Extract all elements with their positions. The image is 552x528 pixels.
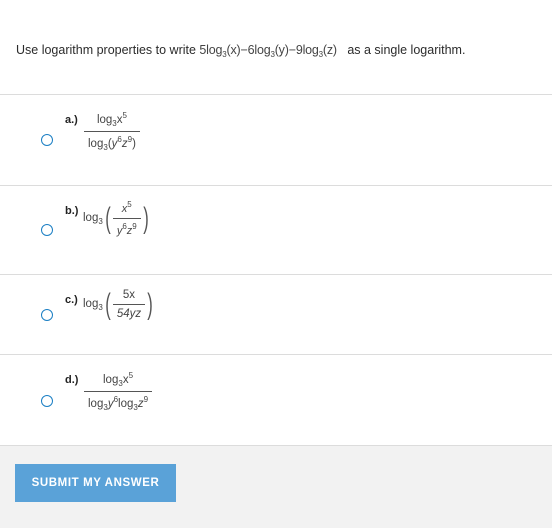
- question-suffix: as a single logarithm.: [347, 43, 466, 57]
- radio-option-b[interactable]: [41, 224, 53, 236]
- option-d[interactable]: d.) log3x5 log3y6log3z9: [0, 355, 552, 446]
- option-d-math: log3x5 log3y6log3z9: [84, 371, 153, 412]
- radio-option-d[interactable]: [41, 395, 53, 407]
- option-c-math: log3( 5x 54yz ): [83, 287, 153, 321]
- option-a[interactable]: a.) log3x5 log3(y6z9): [0, 95, 552, 186]
- option-a-label: a.): [65, 114, 78, 126]
- option-b[interactable]: b.) log3( x5 y6z9 ): [0, 186, 552, 275]
- option-c[interactable]: c.) log3( 5x 54yz ): [0, 275, 552, 355]
- question-panel: Use logarithm properties to write 5log3(…: [0, 0, 552, 95]
- option-a-math: log3x5 log3(y6z9): [84, 111, 140, 152]
- question-expression: 5log3(x)−6log3(y)−9log3(z): [199, 43, 337, 59]
- radio-option-a[interactable]: [41, 134, 53, 146]
- option-d-label: d.): [65, 374, 79, 386]
- question-text: Use logarithm properties to write 5log3(…: [16, 43, 465, 59]
- option-b-label: b.): [65, 205, 79, 217]
- question-prefix: Use logarithm properties to write: [16, 43, 200, 57]
- option-b-math: log3( x5 y6z9 ): [83, 200, 149, 237]
- option-d-fraction: log3x5 log3y6log3z9: [84, 371, 153, 412]
- submit-answer-button[interactable]: SUBMIT MY ANSWER: [15, 464, 176, 502]
- option-c-label: c.): [65, 294, 78, 306]
- radio-option-c[interactable]: [41, 309, 53, 321]
- option-a-fraction: log3x5 log3(y6z9): [84, 111, 140, 152]
